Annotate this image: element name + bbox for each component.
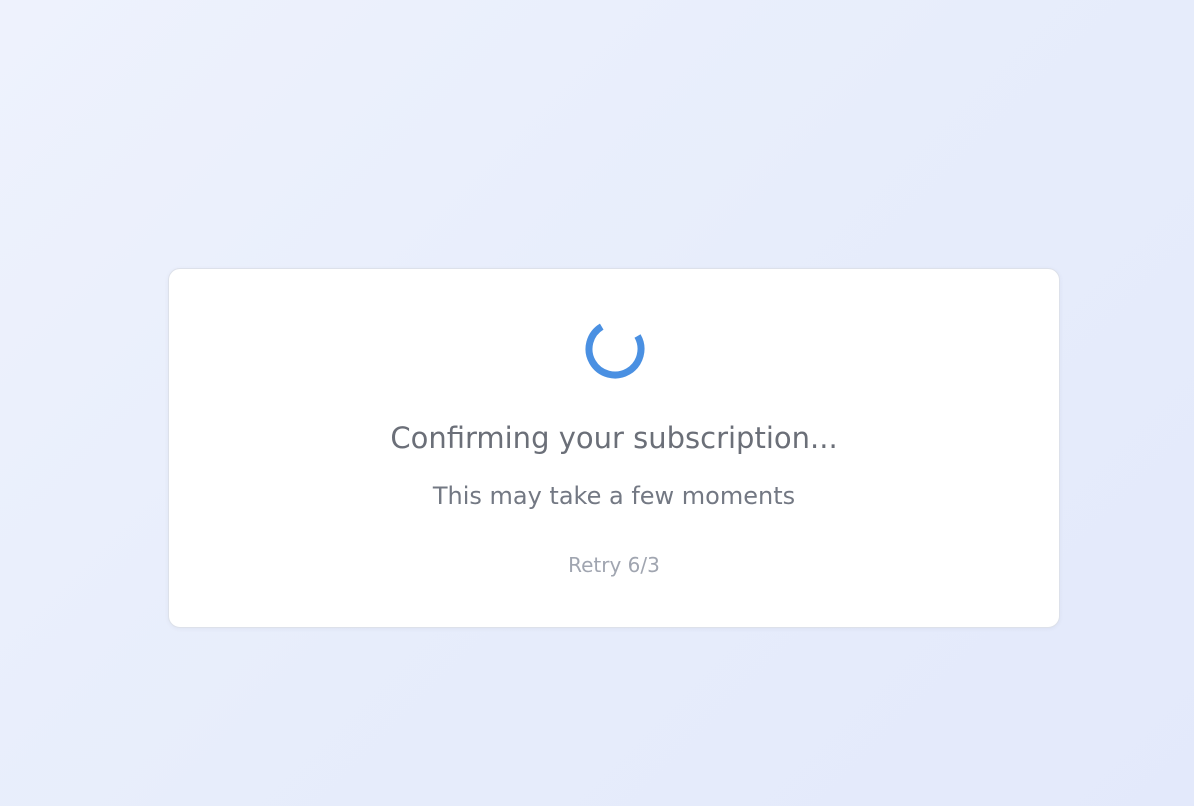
retry-counter: Retry 6/3: [568, 553, 660, 577]
loading-card: Confirming your subscription... This may…: [168, 268, 1060, 628]
loading-spinner-icon: [585, 319, 645, 379]
status-title: Confirming your subscription...: [390, 421, 838, 455]
status-subtitle: This may take a few moments: [432, 482, 796, 510]
page: { "status": { "title": "Confirming your …: [0, 0, 1194, 806]
